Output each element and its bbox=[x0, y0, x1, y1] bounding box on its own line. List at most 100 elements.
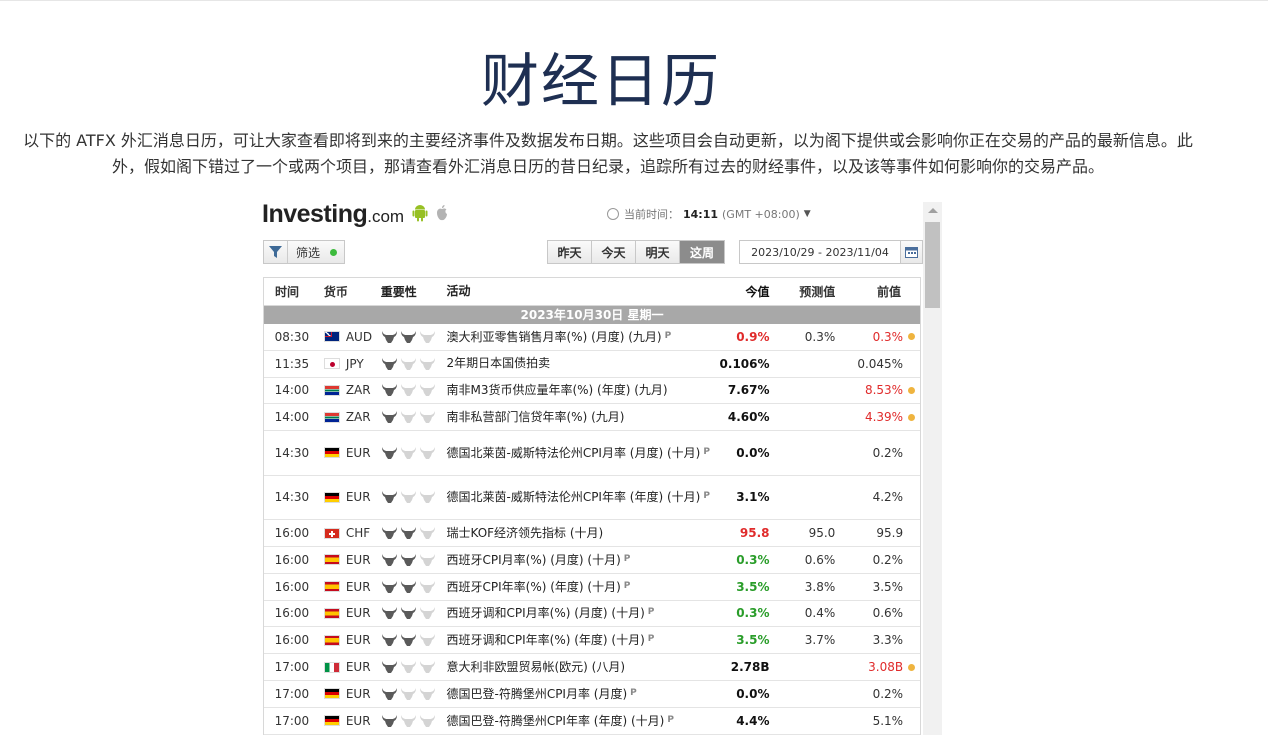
page-title: 财经日历 bbox=[480, 47, 721, 115]
event-name[interactable]: 2年期日本国债拍卖 bbox=[443, 355, 719, 372]
event-name[interactable]: 德国北莱茵-威斯特法伦州CPI年率 (年度) (十月) P bbox=[443, 488, 719, 506]
table-row[interactable]: 16:00 EUR 西班牙调和CPI年率(%) (年度) (十月) P 3.5% 3.7%… bbox=[264, 627, 920, 655]
table-row[interactable]: 17:00 EUR 德国巴登-符腾堡州CPI月率 (月度) P 0.0% 0.2% bbox=[264, 681, 920, 708]
table-row[interactable]: 16:00 EUR 西班牙调和CPI月率(%) (月度) (十月) P 0.3% 0.4%… bbox=[264, 601, 920, 628]
event-forecast: 95.0 bbox=[808, 526, 836, 541]
bull-empty-icon bbox=[400, 714, 417, 728]
preliminary-marker: P bbox=[623, 553, 631, 564]
event-currency: EUR bbox=[320, 490, 377, 504]
table-row[interactable]: 16:00 EUR 西班牙CPI月率(%) (月度) (十月) P 0.3% 0.6% 0.… bbox=[264, 547, 920, 574]
event-previous: 3.08B bbox=[868, 660, 904, 675]
event-time: 16:00 bbox=[274, 552, 310, 567]
event-name[interactable]: 西班牙调和CPI月率(%) (月度) (十月) P bbox=[443, 604, 719, 622]
table-row[interactable]: 17:00 EUR 德国巴登-符腾堡州CPI年率 (年度) (十月) P 4.4% 5.1… bbox=[264, 708, 920, 735]
event-name[interactable]: 德国北莱茵-威斯特法伦州CPI月率 (月度) (十月) P bbox=[443, 444, 719, 462]
event-name[interactable]: 西班牙CPI月率(%) (月度) (十月) P bbox=[443, 551, 719, 569]
event-name[interactable]: 南非M3货币供应量年率(%) (年度) (九月) bbox=[443, 382, 719, 399]
preliminary-marker: P bbox=[630, 687, 637, 698]
scroll-up-arrow-icon[interactable] bbox=[928, 208, 938, 213]
flag-es-icon bbox=[323, 634, 340, 646]
bull-empty-icon bbox=[419, 357, 436, 371]
event-name[interactable]: 德国巴登-符腾堡州CPI月率 (月度) P bbox=[443, 685, 719, 703]
event-currency: ZAR bbox=[320, 383, 377, 397]
android-icon[interactable] bbox=[412, 204, 428, 222]
preliminary-marker: P bbox=[667, 714, 674, 725]
revised-dot-icon[interactable] bbox=[908, 663, 916, 671]
event-forecast: 0.3% bbox=[804, 329, 836, 344]
event-actual: 0.0% bbox=[736, 686, 770, 701]
flag-jp-icon bbox=[323, 358, 340, 370]
table-row[interactable]: 14:30 EUR 德国北莱茵-威斯特法伦州CPI年率 (年度) (十月) P 3.1%… bbox=[264, 476, 920, 521]
bull-empty-icon bbox=[419, 606, 436, 620]
chevron-down-icon: ▼ bbox=[803, 209, 811, 219]
event-actual: 0.106% bbox=[719, 356, 770, 371]
table-header: 时间 货币 重要性 活动 今值 预测值 前值 bbox=[264, 278, 920, 306]
bull-empty-icon bbox=[419, 490, 436, 504]
event-previous: 4.39% bbox=[864, 410, 904, 425]
table-row[interactable]: 14:00 ZAR 南非私营部门信贷年率(%) (九月) 4.60% 4.39% bbox=[264, 404, 920, 432]
event-currency: EUR bbox=[320, 633, 377, 647]
event-actual: 0.3% bbox=[736, 606, 770, 621]
scrollbar-thumb[interactable] bbox=[925, 222, 940, 308]
event-name[interactable]: 意大利非欧盟贸易帐(欧元) (八月) bbox=[443, 659, 719, 676]
revised-dot-icon[interactable] bbox=[908, 413, 916, 421]
bull-empty-icon bbox=[419, 526, 436, 540]
table-row[interactable]: 16:00 EUR 西班牙CPI年率(%) (年度) (十月) P 3.5% 3.8% 3.… bbox=[264, 574, 920, 601]
filter-button[interactable]: 筛选 bbox=[263, 240, 345, 264]
bull-empty-icon bbox=[400, 410, 417, 424]
intro-text: 以下的 ATFX 外汇消息日历，可让大家查看即将到来的主要经济事件及数据发布日期… bbox=[23, 131, 1193, 176]
table-row[interactable]: 14:30 EUR 德国北莱茵-威斯特法伦州CPI月率 (月度) (十月) P 0.0%… bbox=[264, 431, 920, 476]
flag-de-icon bbox=[323, 491, 340, 503]
table-row[interactable]: 17:00 EUR 意大利非欧盟贸易帐(欧元) (八月) 2.78B 3.08B bbox=[264, 654, 920, 681]
event-previous: 0.2% bbox=[872, 445, 904, 460]
revised-dot-icon[interactable] bbox=[908, 333, 916, 341]
tab-today[interactable]: 今天 bbox=[592, 241, 636, 263]
event-name[interactable]: 西班牙CPI年率(%) (年度) (十月) P bbox=[443, 578, 719, 596]
apple-icon[interactable] bbox=[434, 204, 450, 222]
bull-empty-icon bbox=[400, 660, 417, 674]
event-actual: 0.0% bbox=[736, 445, 770, 460]
event-previous: 95.9 bbox=[876, 526, 904, 541]
bull-filled-icon bbox=[381, 410, 398, 424]
event-time: 17:00 bbox=[274, 686, 310, 701]
col-time: 时间 bbox=[275, 285, 300, 299]
event-name[interactable]: 德国巴登-符腾堡州CPI年率 (年度) (十月) P bbox=[443, 712, 719, 730]
event-time: 16:00 bbox=[274, 633, 310, 648]
calendar-table: 时间 货币 重要性 活动 今值 预测值 前值 2023年10月30日 星期一 0… bbox=[263, 277, 921, 735]
bull-empty-icon bbox=[419, 687, 436, 701]
event-name[interactable]: 西班牙调和CPI年率(%) (年度) (十月) P bbox=[443, 631, 719, 649]
table-row[interactable]: 11:35 JPY 2年期日本国债拍卖 0.106% 0.045% bbox=[264, 351, 920, 378]
bull-empty-icon bbox=[419, 553, 436, 567]
event-rows: 08:30 AUD 澳大利亚零售销售月率(%) (月度) (九月) P 0.9% 0.3%… bbox=[264, 324, 920, 735]
event-forecast: 3.8% bbox=[804, 579, 836, 594]
scrollbar[interactable] bbox=[923, 202, 942, 735]
bull-empty-icon bbox=[400, 446, 417, 460]
bull-empty-icon bbox=[419, 580, 436, 594]
flag-es-icon bbox=[323, 554, 340, 566]
event-previous: 3.5% bbox=[872, 579, 904, 594]
tab-tomorrow[interactable]: 明天 bbox=[636, 241, 680, 263]
event-currency: AUD bbox=[320, 330, 377, 344]
bull-empty-icon bbox=[419, 410, 436, 424]
event-name[interactable]: 瑞士KOF经济领先指标 (十月) bbox=[443, 525, 719, 542]
current-time[interactable]: 当前时间： 14:11 (GMT +08:00) ▼ bbox=[607, 206, 811, 222]
table-row[interactable]: 14:00 ZAR 南非M3货币供应量年率(%) (年度) (九月) 7.67% 8.5… bbox=[264, 378, 920, 405]
event-actual: 4.4% bbox=[736, 713, 770, 728]
event-actual: 0.9% bbox=[736, 329, 770, 344]
table-row[interactable]: 16:00 CHF 瑞士KOF经济领先指标 (十月) 95.8 95.0 95.9 bbox=[264, 520, 920, 547]
table-row[interactable]: 08:30 AUD 澳大利亚零售销售月率(%) (月度) (九月) P 0.9% 0.3%… bbox=[264, 324, 920, 351]
investing-logo[interactable]: Investing .com bbox=[262, 200, 450, 230]
event-currency: EUR bbox=[320, 446, 377, 460]
event-name[interactable]: 南非私营部门信贷年率(%) (九月) bbox=[443, 409, 719, 426]
bull-empty-icon bbox=[419, 714, 436, 728]
revised-dot-icon[interactable] bbox=[908, 386, 916, 394]
tab-yesterday[interactable]: 昨天 bbox=[548, 241, 592, 263]
date-range-picker[interactable]: 2023/10/29 - 2023/11/04 bbox=[739, 240, 923, 264]
event-importance bbox=[377, 410, 444, 424]
calendar-icon[interactable] bbox=[900, 241, 922, 263]
flag-za-icon bbox=[323, 411, 340, 423]
date-header-row: 2023年10月30日 星期一 bbox=[264, 306, 920, 324]
tab-this-week[interactable]: 这周 bbox=[680, 241, 724, 263]
event-name[interactable]: 澳大利亚零售销售月率(%) (月度) (九月) P bbox=[443, 328, 719, 346]
bull-filled-icon bbox=[381, 446, 398, 460]
